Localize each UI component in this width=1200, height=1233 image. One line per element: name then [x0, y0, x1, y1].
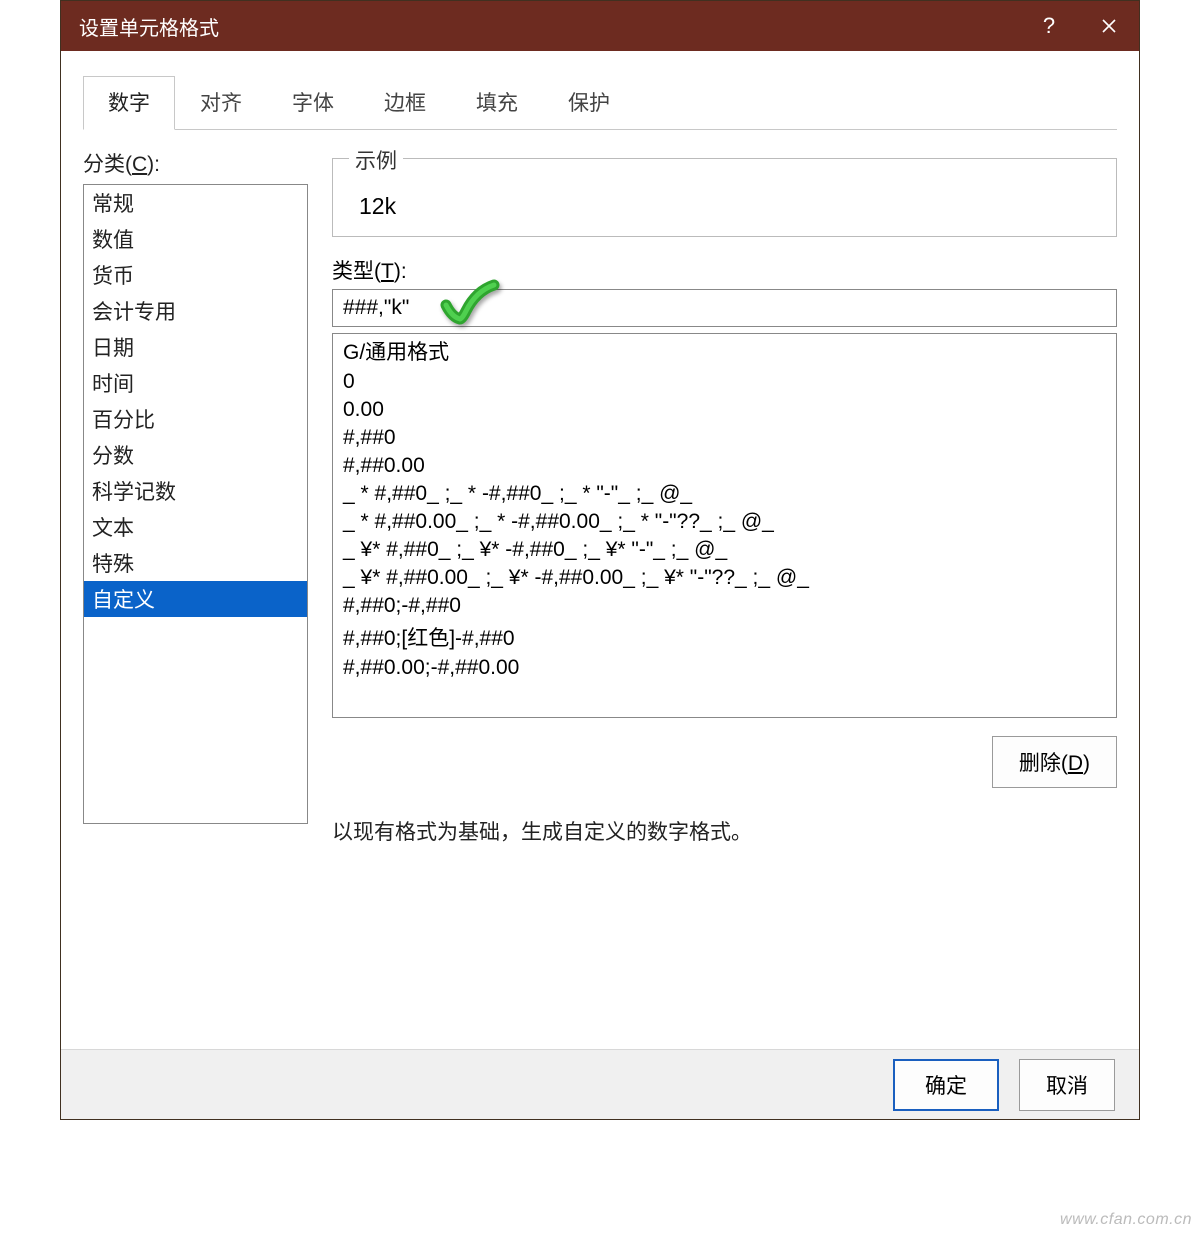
- sample-groupbox: 示例 12k: [332, 158, 1117, 237]
- category-label-post: ):: [147, 153, 160, 176]
- format-item[interactable]: G/通用格式: [333, 334, 1116, 368]
- category-item[interactable]: 货币: [84, 257, 307, 293]
- window-title: 设置单元格格式: [79, 12, 219, 41]
- category-item[interactable]: 会计专用: [84, 293, 307, 329]
- dialog-footer: 确定 取消: [61, 1049, 1139, 1119]
- close-button[interactable]: [1079, 1, 1139, 51]
- format-item[interactable]: #,##0.00;-#,##0.00: [333, 654, 1116, 682]
- format-item[interactable]: #,##0.00: [333, 452, 1116, 480]
- type-input-wrap: [332, 289, 1117, 327]
- tab-content-number: 分类(C): 常规数值货币会计专用日期时间百分比分数科学记数文本特殊自定义 示例…: [83, 130, 1117, 1049]
- watermark: www.cfan.com.cn: [1060, 1211, 1192, 1229]
- type-label-accel: T: [381, 260, 394, 283]
- format-item[interactable]: 0: [333, 368, 1116, 396]
- category-listbox[interactable]: 常规数值货币会计专用日期时间百分比分数科学记数文本特殊自定义: [83, 184, 308, 824]
- format-item[interactable]: #,##0: [333, 424, 1116, 452]
- format-listbox[interactable]: G/通用格式00.00#,##0#,##0.00_ * #,##0_ ;_ * …: [332, 333, 1117, 718]
- format-item[interactable]: _ * #,##0_ ;_ * -#,##0_ ;_ * "-"_ ;_ @_: [333, 480, 1116, 508]
- category-item[interactable]: 常规: [84, 185, 307, 221]
- tab-2[interactable]: 字体: [267, 76, 359, 130]
- hint-text: 以现有格式为基础，生成自定义的数字格式。: [332, 816, 1117, 846]
- category-item[interactable]: 特殊: [84, 545, 307, 581]
- delete-button[interactable]: 删除(D): [992, 736, 1117, 788]
- category-label-pre: 分类(: [83, 153, 132, 176]
- sample-value: 12k: [349, 189, 1100, 220]
- titlebar: 设置单元格格式 ?: [61, 1, 1139, 51]
- category-item[interactable]: 分数: [84, 437, 307, 473]
- type-input[interactable]: [332, 289, 1117, 327]
- category-item[interactable]: 百分比: [84, 401, 307, 437]
- category-item[interactable]: 日期: [84, 329, 307, 365]
- category-item[interactable]: 文本: [84, 509, 307, 545]
- category-item[interactable]: 数值: [84, 221, 307, 257]
- category-item[interactable]: 自定义: [84, 581, 307, 617]
- format-item[interactable]: _ ¥* #,##0.00_ ;_ ¥* -#,##0.00_ ;_ ¥* "-…: [333, 564, 1116, 592]
- category-label: 分类(C):: [83, 148, 308, 178]
- type-label-post: ):: [394, 260, 407, 283]
- type-label-pre: 类型(: [332, 260, 381, 283]
- delete-button-accel: D: [1068, 752, 1083, 775]
- category-item[interactable]: 时间: [84, 365, 307, 401]
- ok-button[interactable]: 确定: [893, 1059, 999, 1111]
- help-button[interactable]: ?: [1019, 1, 1079, 51]
- delete-row: 删除(D): [332, 736, 1117, 788]
- tab-0[interactable]: 数字: [83, 76, 175, 130]
- dialog-body: 数字对齐字体边框填充保护 分类(C): 常规数值货币会计专用日期时间百分比分数科…: [61, 51, 1139, 1049]
- format-item[interactable]: _ ¥* #,##0_ ;_ ¥* -#,##0_ ;_ ¥* "-"_ ;_ …: [333, 536, 1116, 564]
- tab-4[interactable]: 填充: [451, 76, 543, 130]
- format-item[interactable]: #,##0;-#,##0: [333, 592, 1116, 620]
- cancel-button[interactable]: 取消: [1019, 1059, 1115, 1111]
- format-item[interactable]: #,##0;[红色]-#,##0: [333, 620, 1116, 654]
- format-item[interactable]: _ * #,##0.00_ ;_ * -#,##0.00_ ;_ * "-"??…: [333, 508, 1116, 536]
- category-label-accel: C: [132, 153, 147, 176]
- delete-button-pre: 删除(: [1019, 752, 1068, 775]
- sample-legend: 示例: [349, 145, 403, 175]
- tab-1[interactable]: 对齐: [175, 76, 267, 130]
- tab-5[interactable]: 保护: [543, 76, 635, 130]
- window-controls: ?: [1019, 1, 1139, 51]
- category-item[interactable]: 科学记数: [84, 473, 307, 509]
- custom-format-panel: 示例 12k 类型(T): G/通用格式00.00#,##0#,##0: [332, 148, 1117, 1049]
- format-cells-dialog: 设置单元格格式 ? 数字对齐字体边框填充保护 分类(C): 常规数值货币会计专用…: [60, 0, 1140, 1120]
- format-item[interactable]: 0.00: [333, 396, 1116, 424]
- tab-strip: 数字对齐字体边框填充保护: [83, 75, 1117, 130]
- delete-button-post: ): [1083, 752, 1090, 775]
- category-panel: 分类(C): 常规数值货币会计专用日期时间百分比分数科学记数文本特殊自定义: [83, 148, 308, 1049]
- tab-3[interactable]: 边框: [359, 76, 451, 130]
- type-label: 类型(T):: [332, 255, 1117, 285]
- close-icon: [1101, 18, 1117, 34]
